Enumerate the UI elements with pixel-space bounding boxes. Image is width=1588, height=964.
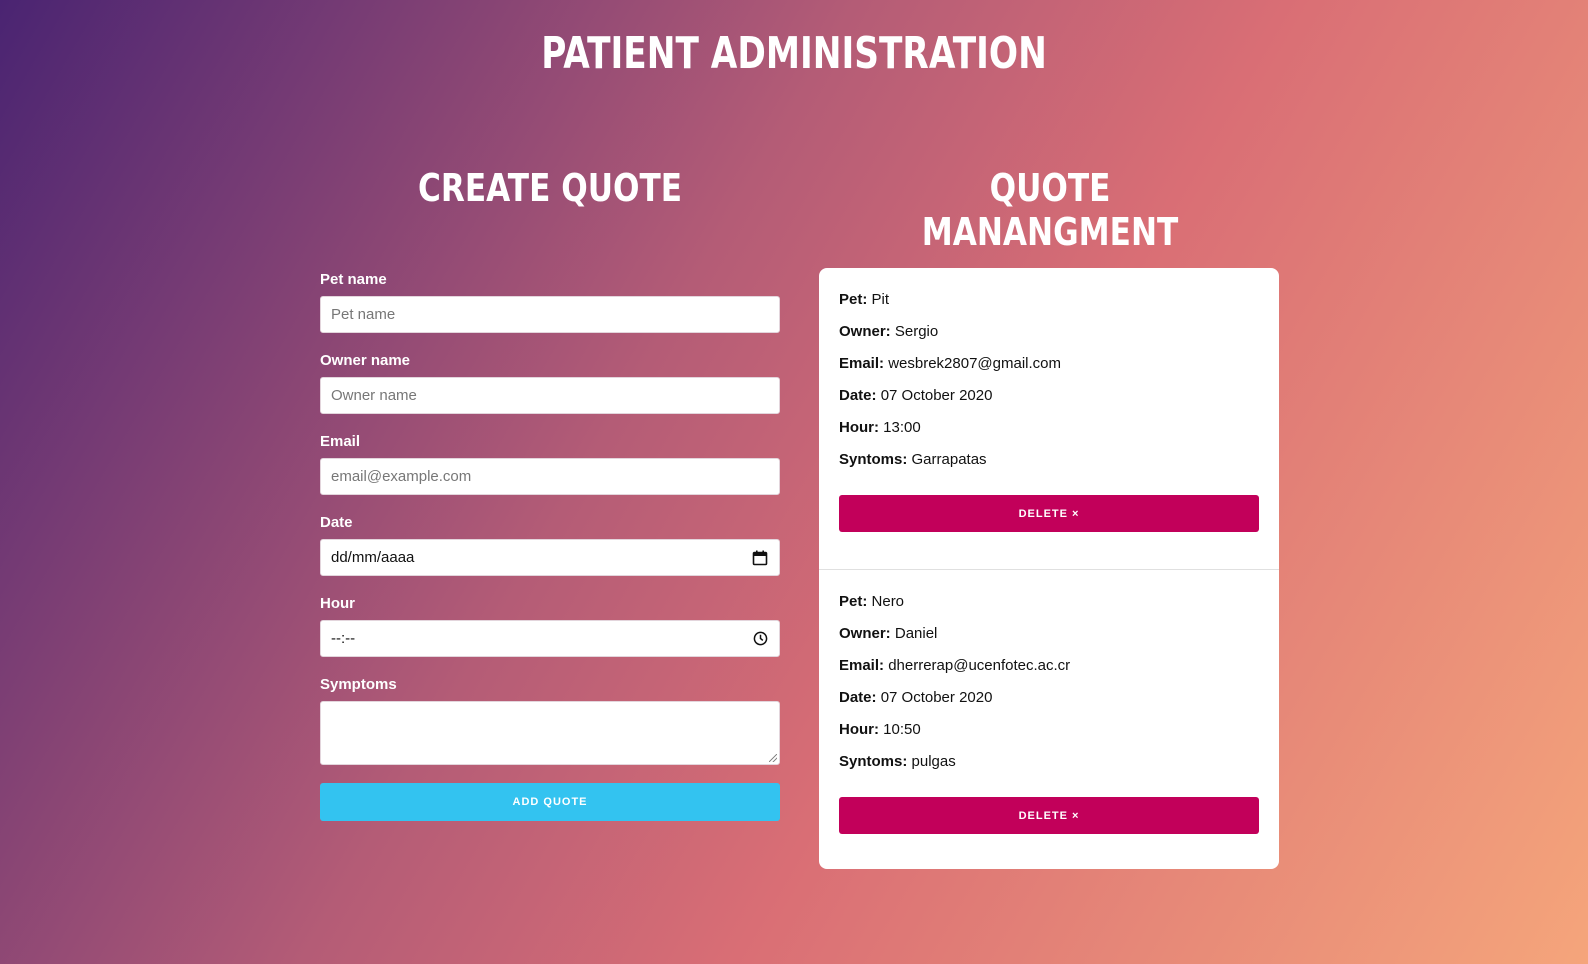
add-quote-button[interactable]: ADD QUOTE <box>320 783 780 821</box>
hour-value: --:-- <box>331 630 356 647</box>
email-input[interactable]: email@example.com <box>320 458 780 495</box>
email-value: dherrerap@ucenfotec.ac.cr <box>888 657 1071 674</box>
quote-symptoms: Syntoms: pulgas <box>839 750 1259 782</box>
pet-name-label: Pet name <box>320 271 387 288</box>
date-value: dd/mm/aaaa <box>331 549 415 566</box>
delete-button[interactable]: DELETE × <box>839 797 1259 834</box>
hour-label: Hour: <box>839 419 879 436</box>
quote-management-title: QUOTE MANANGMENT <box>921 166 1179 254</box>
owner-label: Owner: <box>839 323 891 340</box>
symptoms-label: Symptoms <box>320 676 397 693</box>
owner-name-placeholder: Owner name <box>331 387 417 404</box>
pet-name-placeholder: Pet name <box>331 306 396 323</box>
quote-date: Date: 07 October 2020 <box>839 686 1259 718</box>
create-quote-title: CREATE QUOTE <box>417 166 683 210</box>
date-label: Date: <box>839 689 877 706</box>
page-title: PATIENT ADMINISTRATION <box>541 28 1047 79</box>
quote-email: Email: dherrerap@ucenfotec.ac.cr <box>839 654 1259 686</box>
date-label: Date <box>320 514 353 531</box>
date-input[interactable]: dd/mm/aaaa <box>320 539 780 576</box>
pet-value: Pit <box>871 291 890 308</box>
email-label: Email <box>320 433 361 450</box>
quote-pet: Pet: Nero <box>839 590 1259 622</box>
pet-value: Nero <box>871 593 905 610</box>
quote-owner: Owner: Daniel <box>839 622 1259 654</box>
owner-value: Sergio <box>894 323 939 340</box>
symptoms-value: pulgas <box>911 753 956 770</box>
quote-item: Pet: Nero Owner: Daniel Email: dherrerap… <box>819 569 1279 869</box>
symptoms-label: Syntoms: <box>839 451 908 468</box>
email-value: wesbrek2807@gmail.com <box>888 355 1061 372</box>
pet-name-input[interactable]: Pet name <box>320 296 780 333</box>
date-label: Date: <box>839 387 877 404</box>
owner-name-input[interactable]: Owner name <box>320 377 780 414</box>
pet-label: Pet: <box>839 593 868 610</box>
quote-date: Date: 07 October 2020 <box>839 384 1259 416</box>
owner-value: Daniel <box>894 625 938 642</box>
symptoms-value: Garrapatas <box>911 451 987 468</box>
hour-input[interactable]: --:-- <box>320 620 780 657</box>
resize-grip-icon[interactable] <box>769 754 777 762</box>
email-label: Email: <box>839 355 885 372</box>
quote-item: Pet: Pit Owner: Sergio Email: wesbrek280… <box>819 268 1279 569</box>
date-value: 07 October 2020 <box>880 689 993 706</box>
quote-list-card: Pet: Pit Owner: Sergio Email: wesbrek280… <box>819 268 1279 869</box>
clock-icon[interactable] <box>751 630 769 648</box>
quote-symptoms: Syntoms: Garrapatas <box>839 448 1259 480</box>
create-quote-form: Pet name Pet name Owner name Owner name … <box>320 270 780 821</box>
hour-label: Hour: <box>839 721 879 738</box>
quote-hour: Hour: 10:50 <box>839 718 1259 750</box>
date-value: 07 October 2020 <box>880 387 993 404</box>
email-label: Email: <box>839 657 885 674</box>
quote-hour: Hour: 13:00 <box>839 416 1259 448</box>
hour-value: 13:00 <box>883 419 921 436</box>
owner-name-label: Owner name <box>320 352 411 369</box>
symptoms-label: Syntoms: <box>839 753 908 770</box>
quote-owner: Owner: Sergio <box>839 320 1259 352</box>
delete-button[interactable]: DELETE × <box>839 495 1259 532</box>
owner-label: Owner: <box>839 625 891 642</box>
pet-label: Pet: <box>839 291 868 308</box>
hour-label: Hour <box>320 595 355 612</box>
symptoms-textarea[interactable] <box>320 701 780 765</box>
hour-value: 10:50 <box>883 721 921 738</box>
email-placeholder: email@example.com <box>331 468 472 485</box>
quote-email: Email: wesbrek2807@gmail.com <box>839 352 1259 384</box>
quote-pet: Pet: Pit <box>839 288 1259 320</box>
calendar-icon[interactable] <box>751 549 769 567</box>
